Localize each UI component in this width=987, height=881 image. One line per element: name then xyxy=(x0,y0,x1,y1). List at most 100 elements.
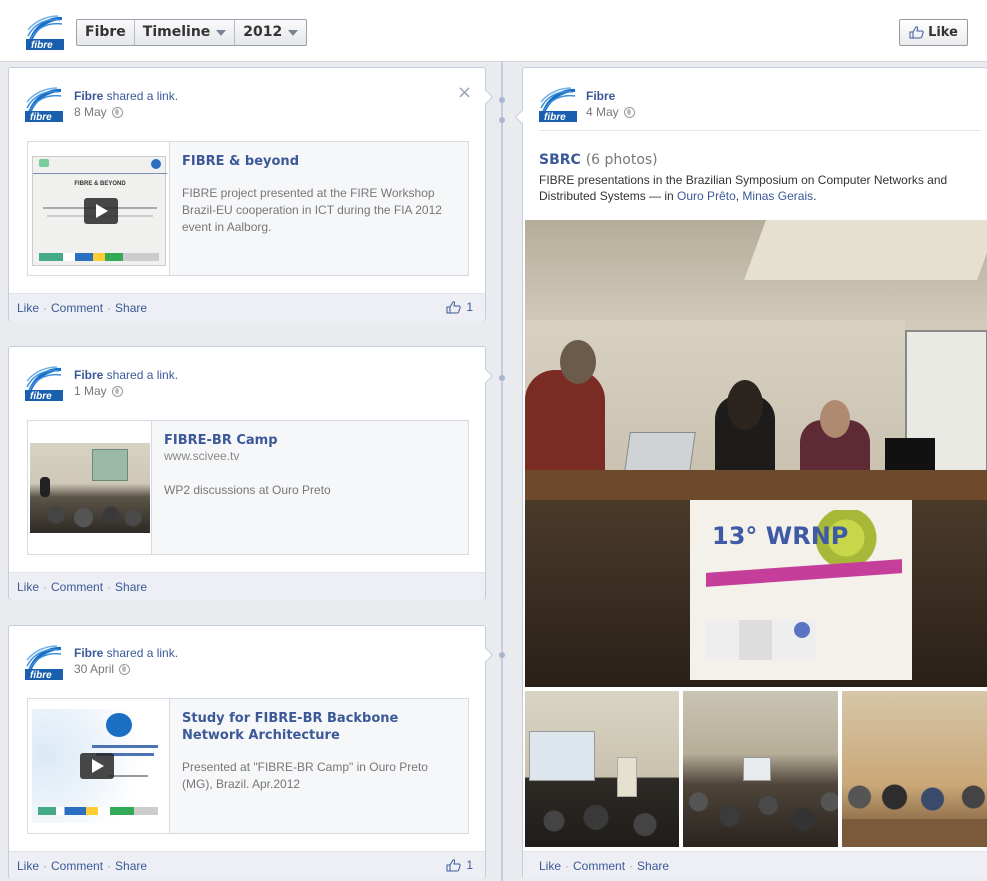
album-thumb-photo[interactable] xyxy=(842,691,987,847)
table-edge xyxy=(525,470,987,500)
sponsor-logo xyxy=(794,622,810,638)
like-page-button[interactable]: Like xyxy=(899,19,968,46)
card-pointer xyxy=(478,368,494,384)
comment-link[interactable]: Comment xyxy=(51,859,103,873)
globe-icon xyxy=(119,663,131,675)
globe-icon xyxy=(623,106,635,118)
date-link[interactable]: 8 May xyxy=(74,105,107,119)
comment-link[interactable]: Comment xyxy=(51,580,103,594)
globe-icon xyxy=(111,385,123,397)
like-count[interactable]: 1 xyxy=(446,858,473,872)
speaker-right-head xyxy=(820,400,850,438)
post-author-line: Fibre shared a link. xyxy=(74,368,178,382)
post-action-bar: Like · Comment · Share xyxy=(523,851,987,879)
slide-logos-strip xyxy=(39,253,159,261)
comment-link[interactable]: Comment xyxy=(573,859,625,873)
author-name-link[interactable]: Fibre xyxy=(74,646,103,660)
chevron-down-icon xyxy=(216,29,227,36)
timeline-dropdown[interactable]: Timeline xyxy=(135,20,236,45)
like-count-value: 1 xyxy=(466,300,473,314)
place-end: . xyxy=(813,189,817,203)
table-edge xyxy=(842,819,987,847)
date-link[interactable]: 30 April xyxy=(74,662,114,676)
globe-icon xyxy=(111,106,123,118)
page-header: Fibre Timeline 2012 Like xyxy=(0,0,987,62)
card-pointer xyxy=(478,89,494,105)
shared-link-preview[interactable]: FIBRE & BEYOND FIBRE & beyond FIBRE proj… xyxy=(27,141,469,276)
card-pointer xyxy=(478,647,494,663)
like-link[interactable]: Like xyxy=(539,859,561,873)
video-frame-image xyxy=(30,443,150,533)
album-name-link[interactable]: SBRC xyxy=(539,152,581,168)
projector-screen xyxy=(92,449,128,481)
slide-text-line xyxy=(92,745,158,748)
like-count-value: 1 xyxy=(466,858,473,872)
post-action-bar: Like · Comment · Share xyxy=(9,572,485,600)
post-date: 30 April xyxy=(74,662,131,676)
post-author-line: Fibre shared a link. xyxy=(74,89,178,103)
like-count[interactable]: 1 xyxy=(446,300,473,314)
share-link[interactable]: Share xyxy=(115,580,147,594)
fibre-logo-icon xyxy=(106,713,132,737)
year-label: 2012 xyxy=(243,24,283,40)
author-name-link[interactable]: Fibre xyxy=(586,89,615,103)
share-link[interactable]: Share xyxy=(115,301,147,315)
link-title[interactable]: FIBRE-BR Camp xyxy=(164,432,278,449)
year-dropdown[interactable]: 2012 xyxy=(235,20,306,45)
speaker-left xyxy=(525,370,605,480)
link-title[interactable]: FIBRE & beyond xyxy=(182,153,299,170)
share-link[interactable]: Share xyxy=(637,859,669,873)
banner-stand xyxy=(617,757,637,797)
slide-logos-strip xyxy=(38,807,158,815)
post-card: Fibre shared a link. 8 May × FIBRE & BEY… xyxy=(8,67,494,321)
like-link[interactable]: Like xyxy=(17,859,39,873)
play-icon[interactable] xyxy=(80,753,114,779)
timeline-dot xyxy=(499,97,505,103)
banner-title: 13° WRNP xyxy=(712,522,849,550)
place-link-ouro-preto[interactable]: Ouro Prêto xyxy=(677,189,736,203)
laptop xyxy=(624,432,696,472)
close-icon[interactable]: × xyxy=(457,82,472,103)
link-thumbnail[interactable] xyxy=(28,699,170,833)
link-thumbnail[interactable] xyxy=(28,421,152,554)
thumbs-up-icon xyxy=(909,26,924,39)
comment-link[interactable]: Comment xyxy=(51,301,103,315)
post-date: 4 May xyxy=(586,105,635,119)
slide-logo xyxy=(151,159,161,169)
fibre-avatar-icon[interactable] xyxy=(25,644,63,680)
fibre-avatar-icon[interactable] xyxy=(25,365,63,401)
ceiling-light xyxy=(744,220,987,280)
card-pointer xyxy=(514,109,530,125)
date-link[interactable]: 1 May xyxy=(74,384,107,398)
conference-banner: 13° WRNP xyxy=(690,500,912,680)
fibre-avatar-icon[interactable] xyxy=(25,86,63,122)
link-thumbnail[interactable]: FIBRE & BEYOND xyxy=(28,142,170,275)
shared-link-preview[interactable]: FIBRE-BR Camp www.scivee.tv WP2 discussi… xyxy=(27,420,469,555)
date-link[interactable]: 4 May xyxy=(586,105,619,119)
post-card: Fibre shared a link. 30 April Study for … xyxy=(8,625,494,879)
fibre-logo-icon[interactable] xyxy=(26,14,64,50)
shared-link-preview[interactable]: Study for FIBRE-BR Backbone Network Arch… xyxy=(27,698,469,834)
post-action-text: shared a link. xyxy=(103,646,179,660)
album-description: FIBRE presentations in the Brazilian Sym… xyxy=(539,172,979,204)
panel-speakers xyxy=(842,781,987,821)
audience xyxy=(34,501,144,529)
like-link[interactable]: Like xyxy=(17,580,39,594)
album-thumb-photo[interactable] xyxy=(525,691,679,847)
album-main-photo[interactable]: 13° WRNP xyxy=(525,220,987,687)
place-link-minas-gerais[interactable]: Minas Gerais xyxy=(742,189,813,203)
banner-stripe xyxy=(706,559,902,587)
link-description: Presented at "FIBRE-BR Camp" in Ouro Pre… xyxy=(182,760,428,791)
author-name-link[interactable]: Fibre xyxy=(74,368,103,382)
breadcrumb-page-name[interactable]: Fibre xyxy=(77,20,135,45)
fibre-avatar-icon[interactable] xyxy=(539,86,577,122)
like-link[interactable]: Like xyxy=(17,301,39,315)
link-title[interactable]: Study for FIBRE-BR Backbone Network Arch… xyxy=(182,710,452,744)
author-name-link[interactable]: Fibre xyxy=(74,89,103,103)
play-icon[interactable] xyxy=(84,198,118,224)
share-link[interactable]: Share xyxy=(115,859,147,873)
timeline-dot xyxy=(499,375,505,381)
slide-heading: FIBRE & BEYOND xyxy=(74,181,126,187)
timeline-dot xyxy=(499,117,505,123)
album-thumb-photo[interactable] xyxy=(683,691,838,847)
